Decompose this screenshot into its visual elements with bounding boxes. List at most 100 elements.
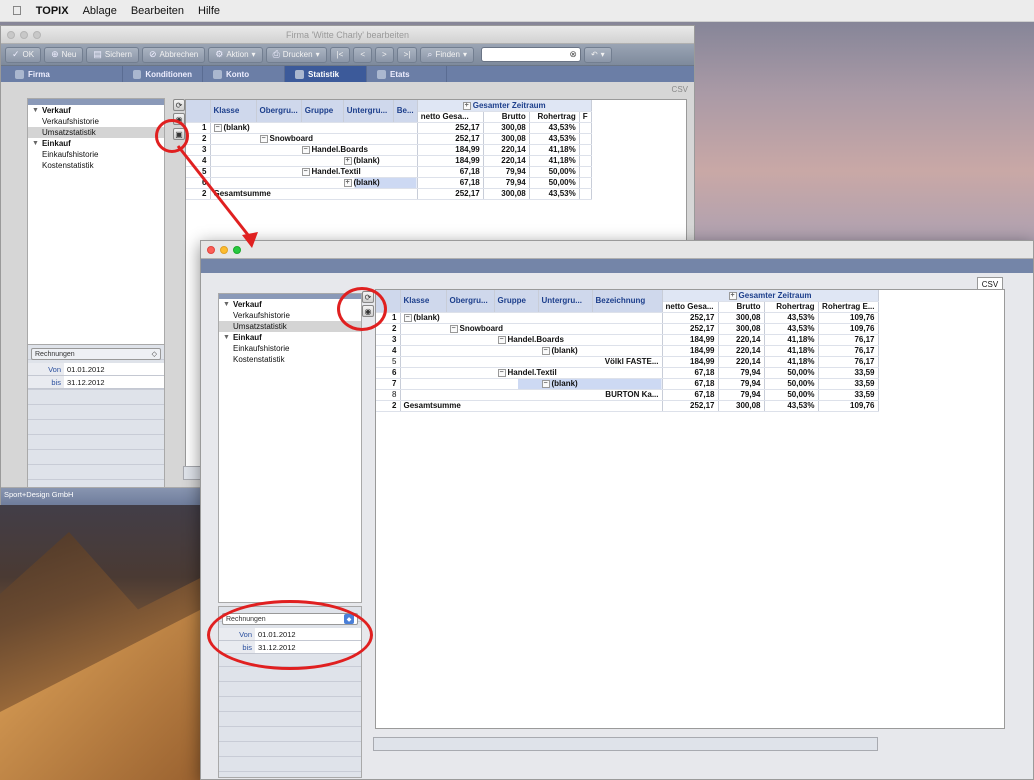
disclosure-triangle-icon[interactable]: ▼ [32,107,39,114]
measure-header[interactable]: Brutto [718,301,765,313]
new-button[interactable]: ⊕ Neu [44,46,84,63]
plus-icon[interactable]: + [728,291,737,300]
measure-header[interactable]: Rohertrag [529,111,580,123]
value-cell: 220,14 [483,155,530,167]
minimize-dot[interactable] [20,31,28,39]
group-header[interactable]: + Gesamter Zeitraum [661,290,879,302]
dimension-header[interactable]: Gruppe [494,290,539,313]
next-record-button[interactable]: > [375,46,394,63]
tree-item[interactable]: Kostenstatistik [219,354,361,365]
value-cell: 41,18% [764,334,819,346]
table-row[interactable]: 5 Völkl FASTE... 184,99 220,14 41,18% 76,17 [376,356,879,368]
table-row[interactable]: 7− (blank) 67,18 79,94 50,00% 33,59 [376,378,879,390]
value-cell: 67,18 [661,367,719,379]
close-dot[interactable] [7,31,15,39]
dimension-header[interactable]: Klasse [400,290,447,313]
menu-hilfe[interactable]: Hilfe [198,5,220,17]
dimension-header[interactable]: Untergru... [343,100,394,123]
find-button[interactable]: ⌕ Finden ▾ [420,46,474,63]
group-header[interactable]: + Gesamter Zeitraum [416,100,592,112]
bis-input[interactable]: 31.12.2012 [64,378,105,387]
measure-header[interactable]: Rohertrag [764,301,819,313]
refresh-icon[interactable]: ⟳ [173,99,185,111]
tab-konditionen[interactable]: Konditionen [123,66,203,82]
expand-icon[interactable]: + [343,178,352,187]
dimension-header[interactable]: Gruppe [301,100,344,123]
disclosure-triangle-icon[interactable]: ▼ [223,301,230,308]
value-cell: 79,94 [483,177,530,189]
source-select[interactable]: Rechnungen ◇ [31,348,161,360]
tree-item[interactable]: Verkaufshistorie [28,116,164,127]
collapse-icon[interactable]: − [301,145,310,154]
collapse-icon[interactable]: − [301,167,310,176]
dimension-header[interactable]: Untergru... [538,290,593,313]
collapse-icon[interactable]: − [541,379,550,388]
collapse-icon[interactable]: − [449,324,458,333]
tab-statistik[interactable]: Statistik [285,66,367,82]
cancel-button[interactable]: ⊘ Abbrechen [141,46,206,63]
measure-header[interactable]: Brutto [483,111,530,123]
value-cell: 50,00% [529,177,580,189]
clear-icon[interactable]: ⊗ [569,49,577,60]
zoom-dot[interactable] [33,31,41,39]
row-label-text: Gesamtsumme [403,401,461,410]
value-cell: 43,53% [529,122,580,134]
tab-etats[interactable]: Etats [367,66,447,82]
dimension-header[interactable]: Obergru... [256,100,302,123]
search-input[interactable]: ⊗ [480,47,581,62]
first-record-button[interactable]: |< [329,46,351,63]
table-row[interactable]: 6− Handel.Textil 67,18 79,94 50,00% 33,59 [376,367,879,379]
menu-bearbeiten[interactable]: Bearbeiten [131,5,184,17]
print-button[interactable]: ⎙ Drucken ▾ [265,46,327,63]
collapse-icon[interactable]: − [541,346,550,355]
window-controls [7,31,41,39]
tree-item[interactable]: ▼ Verkauf [28,105,164,116]
menu-ablage[interactable]: Ablage [83,5,117,17]
table-row[interactable]: 2− Snowboard 252,17 300,08 43,53% 109,76 [376,323,879,335]
tree-item[interactable]: ▼ Einkauf [219,332,361,343]
dimension-header[interactable]: Be... [393,100,418,123]
csv-button[interactable]: CSV [672,85,688,94]
collapse-icon[interactable]: − [213,123,222,132]
measure-header[interactable]: netto Gesa... [661,301,719,313]
apple-menu-icon[interactable]:  [12,3,22,18]
table-row[interactable]: 3− Handel.Boards 184,99 220,14 41,18% 76,17 [376,334,879,346]
ok-button[interactable]: ✓ OK [5,46,42,63]
collapse-icon[interactable]: − [497,368,506,377]
disclosure-triangle-icon[interactable]: ▼ [223,334,230,341]
expand-icon[interactable]: + [343,156,352,165]
tree-item[interactable]: Umsatzstatistik [28,127,164,138]
dimension-header[interactable]: Bezeichnung [592,290,663,313]
row-label-text: Snowboard [459,324,504,333]
tab-firma[interactable]: Firma [5,66,123,82]
table-row[interactable]: 8 BURTON Ka... 67,18 79,94 50,00% 33,59 [376,389,879,401]
tree-item[interactable]: Einkaufshistorie [219,343,361,354]
menu-app-name[interactable]: TOPIX [36,5,69,17]
table-row[interactable]: 2 Gesamtsumme 252,17 300,08 43,53% 109,76 [376,400,879,412]
tab-konto[interactable]: Konto [203,66,285,82]
von-input[interactable]: 01.01.2012 [64,365,105,374]
table-row[interactable]: 1− (blank) 252,17 300,08 43,53% [186,122,592,134]
tab-icon [377,69,386,79]
tree-item[interactable]: Einkaufshistorie [28,149,164,160]
dimension-header[interactable]: Klasse [210,100,257,123]
measure-header[interactable]: netto Gesa... [416,111,484,123]
save-button[interactable]: ▤ Sichern [86,46,139,63]
last-record-button[interactable]: >| [396,46,418,63]
tree-item[interactable]: Kostenstatistik [28,160,164,171]
collapse-icon[interactable]: − [497,335,506,344]
action-button[interactable]: ⚙ Aktion ▾ [208,46,263,63]
arrow-annotation [176,145,258,248]
plus-icon[interactable]: + [462,101,471,110]
disclosure-triangle-icon[interactable]: ▼ [32,140,39,147]
tree-item[interactable]: Umsatzstatistik [219,321,361,332]
table-row[interactable]: 4− (blank) 184,99 220,14 41,18% 76,17 [376,345,879,357]
collapse-icon[interactable]: − [403,313,412,322]
measure-header[interactable]: F [579,111,592,123]
tree-item[interactable]: ▼ Einkauf [28,138,164,149]
measure-header[interactable]: Rohertrag E... [818,301,879,313]
prev-record-button[interactable]: < [353,46,372,63]
dimension-header[interactable]: Obergru... [446,290,495,313]
history-button[interactable]: ↶ ▾ [583,46,612,63]
table-row[interactable]: 1− (blank) 252,17 300,08 43,53% 109,76 [376,312,879,324]
